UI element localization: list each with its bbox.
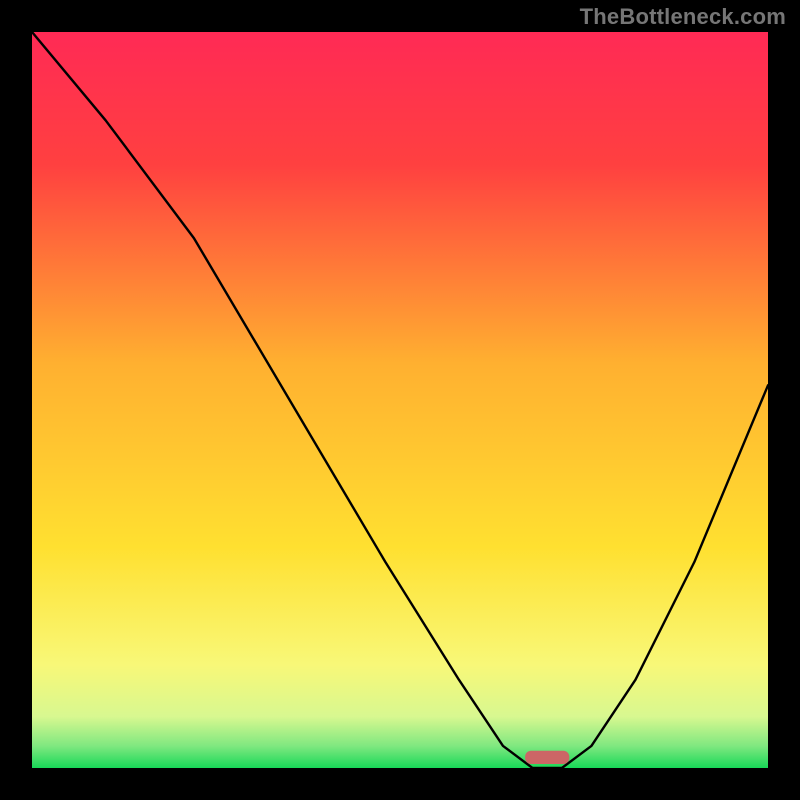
watermark-text: TheBottleneck.com (580, 4, 786, 30)
bottleneck-curve-chart (32, 32, 768, 768)
gradient-background (32, 32, 768, 768)
optimum-marker (525, 751, 569, 764)
chart-container: TheBottleneck.com (0, 0, 800, 800)
